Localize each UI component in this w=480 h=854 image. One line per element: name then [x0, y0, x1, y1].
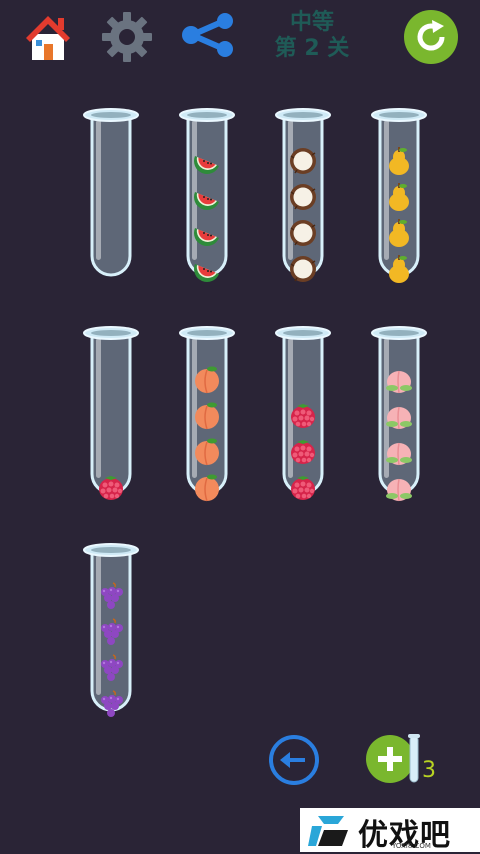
- tube-6[interactable]: [178, 324, 236, 502]
- peach-icon: [192, 472, 222, 502]
- tube-5[interactable]: [82, 324, 140, 502]
- raspberry-icon: [288, 400, 318, 430]
- add-tube-count: 3: [422, 758, 436, 783]
- tube-3[interactable]: [274, 106, 332, 284]
- home-icon: [26, 16, 70, 60]
- tube-glass-icon: [83, 108, 139, 277]
- coconut-icon: [288, 182, 318, 212]
- difficulty-label: 中等: [289, 10, 334, 35]
- watermelon-icon: [192, 146, 222, 176]
- grape-icon: [96, 689, 126, 719]
- peach-icon: [192, 436, 222, 466]
- gear-icon: [102, 12, 152, 62]
- watermelon-icon: [192, 218, 222, 248]
- tube-1[interactable]: [82, 106, 140, 284]
- coconut-icon: [288, 254, 318, 284]
- coconut-icon: [288, 218, 318, 248]
- grape-icon: [96, 653, 126, 683]
- pear-icon: [384, 146, 414, 176]
- pear-icon: [384, 182, 414, 212]
- home-button[interactable]: [22, 10, 74, 62]
- pink-peach-icon: [384, 472, 414, 502]
- watermelon-icon: [192, 254, 222, 284]
- pink-peach-icon: [384, 364, 414, 394]
- level-indicator: 中等 第 2 关: [262, 10, 362, 62]
- pear-icon: [384, 254, 414, 284]
- peach-icon: [192, 400, 222, 430]
- brand-url: YOXI8.COM: [392, 842, 431, 850]
- tube-8[interactable]: [370, 324, 428, 502]
- tube-7[interactable]: [274, 324, 332, 502]
- raspberry-icon: [96, 472, 126, 502]
- level-label: 第 2 关: [274, 36, 350, 61]
- tube-2[interactable]: [178, 106, 236, 284]
- share-icon: [182, 13, 233, 57]
- settings-button[interactable]: [100, 10, 154, 64]
- watermelon-icon: [192, 182, 222, 212]
- raspberry-icon: [288, 472, 318, 502]
- pink-peach-icon: [384, 436, 414, 466]
- raspberry-icon: [288, 436, 318, 466]
- tube-9[interactable]: [82, 541, 140, 719]
- pink-peach-icon: [384, 400, 414, 430]
- watermark: 优戏吧 YOXI8.COM: [300, 808, 480, 853]
- arrow-left-icon: [269, 735, 319, 785]
- restart-button[interactable]: [404, 10, 458, 64]
- undo-button[interactable]: [268, 734, 320, 786]
- grape-icon: [96, 617, 126, 647]
- tube-4[interactable]: [370, 106, 428, 284]
- peach-icon: [192, 364, 222, 394]
- grape-icon: [96, 581, 126, 611]
- share-button[interactable]: [180, 12, 236, 58]
- restart-icon: [404, 10, 458, 64]
- brand-logo-icon: [308, 816, 348, 846]
- coconut-icon: [288, 146, 318, 176]
- pear-icon: [384, 218, 414, 248]
